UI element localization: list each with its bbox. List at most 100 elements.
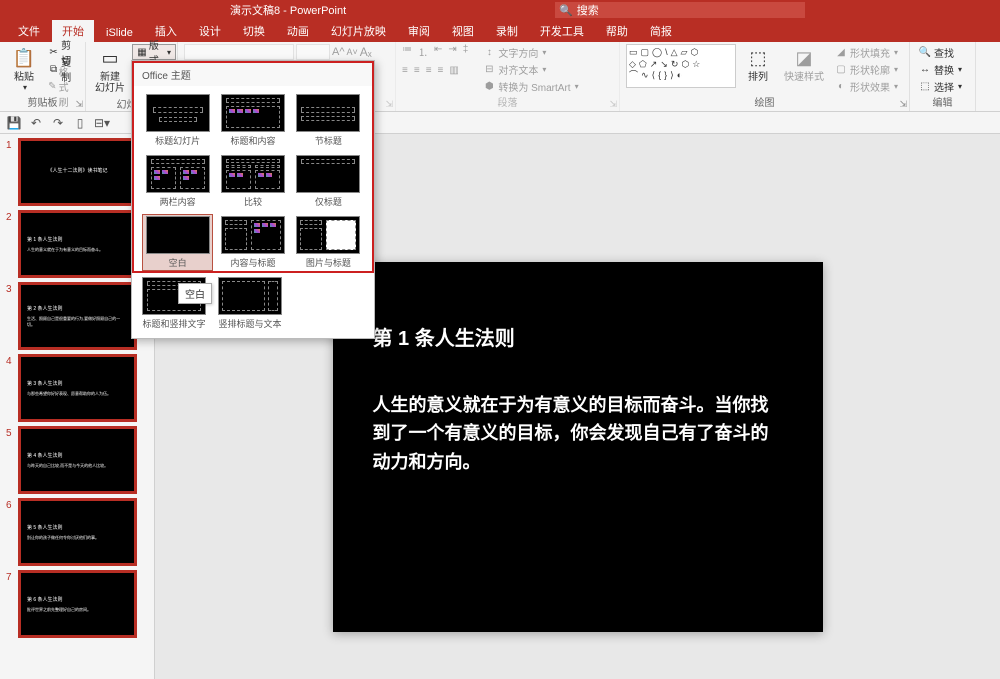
thumbnail-item[interactable]: 2第 1 条人生法则人生的意义就在于为有意义的目标而奋斗。 — [6, 212, 148, 276]
tab-transitions[interactable]: 切换 — [233, 20, 275, 42]
layout-button[interactable]: ▦版式▾ — [132, 44, 176, 60]
save-button[interactable]: 💾 — [6, 115, 22, 131]
thumbnail[interactable]: 第 5 条人生法则别让你的孩子做任何令你讨厌他们的事。 — [20, 500, 135, 564]
tab-review[interactable]: 审阅 — [398, 20, 440, 42]
tab-islide[interactable]: iSlide — [96, 24, 143, 42]
layout-title-slide[interactable]: 标题幻灯片 — [142, 92, 213, 149]
font-grow-icon[interactable]: A^ — [332, 46, 345, 58]
replace-icon: ↔ — [918, 62, 932, 76]
font-size-select[interactable] — [296, 44, 330, 60]
columns-icon[interactable]: ▥ — [449, 65, 458, 76]
thumbnail-item[interactable]: 4第 3 条人生法则与那些希望你好好表现、愿意帮助你的人为伍。 — [6, 356, 148, 420]
dialog-launcher-icon[interactable]: ⇲ — [75, 99, 83, 110]
tab-help[interactable]: 帮助 — [596, 20, 638, 42]
tab-design[interactable]: 设计 — [189, 20, 231, 42]
layout-blank[interactable]: 空白 — [142, 214, 213, 271]
search-placeholder: 搜索 — [577, 2, 599, 18]
thumbnail-item[interactable]: 3第 2 条人生法则生活、照顾自己是很重要的行为,要做好照顾自己的一切。 — [6, 284, 148, 348]
format-painter-button[interactable]: ✎格式刷 — [46, 78, 79, 94]
tab-briefing[interactable]: 简报 — [640, 20, 682, 42]
search-icon: 🔍 — [559, 4, 573, 17]
clear-format-icon[interactable]: Aₓ — [360, 45, 372, 59]
ribbon-group-paragraph: ≔ ⒈ ⇤ ⇥ ‡ ≡ ≡ ≡ ≡ ▥ ↕文字方向▾ ⊟对齐文本▾ ⬢转换为 SmartArt▾… — [396, 42, 620, 111]
document-title: 演示文稿8 - PowerPoint — [230, 2, 346, 18]
align-left-icon[interactable]: ≡ — [402, 65, 408, 76]
align-text-button[interactable]: ⊟对齐文本▾ — [480, 61, 580, 77]
justify-icon[interactable]: ≡ — [438, 65, 444, 76]
thumbnail[interactable]: 第 2 条人生法则生活、照顾自己是很重要的行为,要做好照顾自己的一切。 — [20, 284, 135, 348]
align-center-icon[interactable]: ≡ — [414, 65, 420, 76]
tab-developer[interactable]: 开发工具 — [530, 20, 594, 42]
slide-heading: 第 1 条人生法则 — [373, 322, 783, 351]
shapes-gallery[interactable]: ▭▢◯\△▱⬡ ◇⬠↗↘↻⬡☆ ⌒∿⟨{}⟩◐ — [626, 44, 736, 88]
search-box[interactable]: 🔍 搜索 — [555, 2, 805, 18]
layout-vertical-title-text[interactable]: 竖排标题与文本 — [216, 275, 284, 332]
tab-file[interactable]: 文件 — [8, 20, 50, 42]
replace-button[interactable]: ↔替换▾ — [916, 61, 964, 77]
text-direction-icon: ↕ — [482, 45, 496, 59]
cut-icon: ✂ — [48, 45, 59, 59]
shape-outline-button[interactable]: ▢形状轮廓▾ — [832, 61, 900, 77]
tab-record[interactable]: 录制 — [486, 20, 528, 42]
layout-dropdown-panel: Office 主题 标题幻灯片 标题和内容 节标题 两栏内容 比较 仅标题 空白… — [131, 60, 375, 339]
quick-styles-icon: ◪ — [792, 46, 816, 70]
more-button[interactable]: ⊟▾ — [94, 115, 110, 131]
slideshow-button[interactable]: ▯ — [72, 115, 88, 131]
thumbnail[interactable]: 第 1 条人生法则人生的意义就在于为有意义的目标而奋斗。 — [20, 212, 135, 276]
quick-styles-button[interactable]: ◪ 快速样式 — [780, 44, 828, 85]
layout-title-only[interactable]: 仅标题 — [293, 153, 364, 210]
layout-two-content[interactable]: 两栏内容 — [142, 153, 213, 210]
thumbnail-item[interactable]: 6第 5 条人生法则别让你的孩子做任何令你讨厌他们的事。 — [6, 500, 148, 564]
thumbnail-item[interactable]: 7第 6 条人生法则批评世界之前先整理好自己的房间。 — [6, 572, 148, 636]
layout-tooltip: 空白 — [178, 283, 212, 304]
layout-title-content[interactable]: 标题和内容 — [217, 92, 288, 149]
select-button[interactable]: ⬚选择▾ — [916, 78, 964, 94]
tab-view[interactable]: 视图 — [442, 20, 484, 42]
dialog-launcher-icon[interactable]: ⇲ — [385, 99, 393, 110]
copy-icon: ⧉ — [48, 62, 59, 76]
bullets-icon[interactable]: ≔ — [402, 44, 412, 59]
font-shrink-icon[interactable]: A˅ — [347, 47, 358, 57]
tab-animations[interactable]: 动画 — [277, 20, 319, 42]
new-slide-button[interactable]: ▭ 新建 幻灯片 — [92, 44, 128, 96]
dialog-launcher-icon[interactable]: ⇲ — [609, 99, 617, 110]
layout-picture-caption[interactable]: 图片与标题 — [293, 214, 364, 271]
thumbnail[interactable]: 第 6 条人生法则批评世界之前先整理好自己的房间。 — [20, 572, 135, 636]
ribbon-group-drawing: ▭▢◯\△▱⬡ ◇⬠↗↘↻⬡☆ ⌒∿⟨{}⟩◐ ⬚ 排列 ◪ 快速样式 ◢形状填… — [620, 42, 910, 111]
find-button[interactable]: 🔍查找 — [916, 44, 964, 60]
numbering-icon[interactable]: ⒈ — [418, 44, 428, 59]
text-direction-button[interactable]: ↕文字方向▾ — [480, 44, 580, 60]
paste-button[interactable]: 📋 粘贴 ▾ — [6, 44, 42, 94]
thumbnail-item[interactable]: 1《人生十二法则》读书笔记 — [6, 140, 148, 204]
paste-icon: 📋 — [12, 46, 36, 70]
indent-inc-icon[interactable]: ⇥ — [448, 44, 456, 59]
arrange-button[interactable]: ⬚ 排列 — [740, 44, 776, 85]
current-slide[interactable]: 第 1 条人生法则 人生的意义就在于为有意义的目标而奋斗。当你找到了一个有意义的… — [333, 262, 823, 632]
thumbnail[interactable]: 第 3 条人生法则与那些希望你好好表现、愿意帮助你的人为伍。 — [20, 356, 135, 420]
indent-dec-icon[interactable]: ⇤ — [434, 44, 442, 59]
tab-slideshow[interactable]: 幻灯片放映 — [321, 20, 396, 42]
layout-section-header[interactable]: 节标题 — [293, 92, 364, 149]
smartart-icon: ⬢ — [482, 79, 496, 93]
font-family-select[interactable] — [184, 44, 294, 60]
shape-effects-button[interactable]: ◐形状效果▾ — [832, 78, 900, 94]
group-label: 段落 — [402, 94, 613, 110]
redo-button[interactable]: ↷ — [50, 115, 66, 131]
layout-comparison[interactable]: 比较 — [217, 153, 288, 210]
line-spacing-icon[interactable]: ‡ — [463, 44, 469, 59]
thumbnail-item[interactable]: 5第 4 条人生法则与昨天的自己比较,而不是与今天的他人比较。 — [6, 428, 148, 492]
layout-content-caption[interactable]: 内容与标题 — [217, 214, 288, 271]
select-icon: ⬚ — [918, 79, 932, 93]
align-right-icon[interactable]: ≡ — [426, 65, 432, 76]
undo-button[interactable]: ↶ — [28, 115, 44, 131]
chevron-down-icon: ▾ — [167, 48, 171, 57]
outline-icon: ▢ — [834, 62, 848, 76]
new-slide-icon: ▭ — [98, 46, 122, 70]
smartart-button[interactable]: ⬢转换为 SmartArt▾ — [480, 78, 580, 94]
group-label: 绘图 — [626, 94, 903, 110]
layout-popup-header: Office 主题 — [134, 63, 372, 86]
dialog-launcher-icon[interactable]: ⇲ — [899, 99, 907, 110]
thumbnail[interactable]: 第 4 条人生法则与昨天的自己比较,而不是与今天的他人比较。 — [20, 428, 135, 492]
thumbnail[interactable]: 《人生十二法则》读书笔记 — [20, 140, 135, 204]
shape-fill-button[interactable]: ◢形状填充▾ — [832, 44, 900, 60]
